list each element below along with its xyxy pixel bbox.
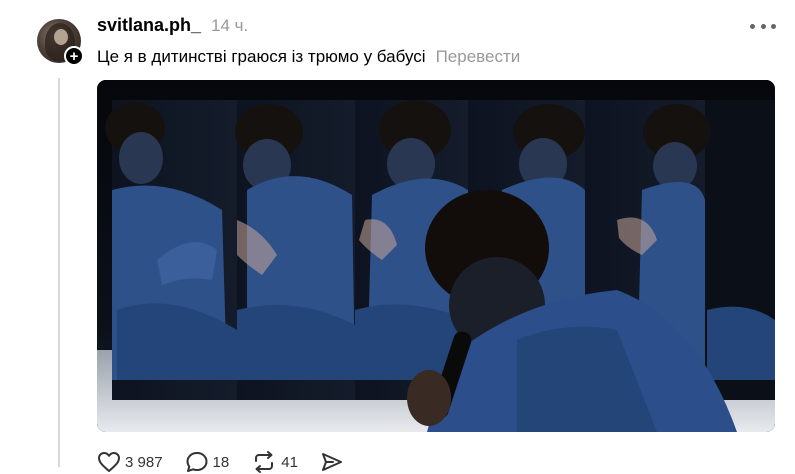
share-icon [321, 453, 342, 471]
comment-count: 18 [212, 453, 230, 471]
repost-count: 41 [281, 453, 298, 471]
more-options-button[interactable] [750, 18, 776, 34]
avatar-face [54, 29, 68, 45]
more-dot-icon [771, 23, 776, 29]
username[interactable]: svitlana.ph_ [97, 15, 201, 36]
post-actions: 3 987 18 41 [97, 450, 366, 474]
thread-line [58, 78, 60, 467]
post-header: svitlana.ph_ 14 ч. [97, 15, 248, 39]
post-timestamp[interactable]: 14 ч. [211, 16, 248, 36]
post-caption: Це я в дитинстві граюся із трюмо у бабус… [97, 47, 426, 66]
share-button[interactable] [320, 451, 344, 473]
more-dot-icon [750, 23, 755, 29]
like-count: 3 987 [125, 453, 163, 471]
repost-icon [255, 451, 274, 473]
follow-button[interactable]: + [64, 46, 84, 66]
post-video[interactable] [97, 80, 775, 432]
post-caption-row: Це я в дитинстві граюся із трюмо у бабус… [97, 47, 520, 67]
comment-icon [186, 452, 208, 472]
comment-button[interactable]: 18 [185, 451, 230, 473]
like-button[interactable]: 3 987 [97, 451, 163, 473]
translate-link[interactable]: Перевести [436, 47, 521, 67]
video-frame-image [97, 80, 775, 432]
repost-button[interactable]: 41 [251, 451, 298, 473]
more-dot-icon [760, 23, 766, 29]
heart-icon [98, 452, 120, 472]
